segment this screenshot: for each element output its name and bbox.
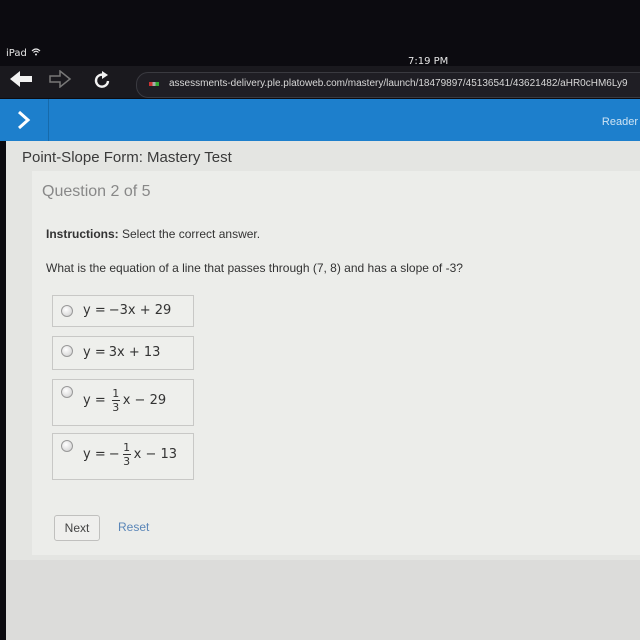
answer-option[interactable]: y = − 13 x − 13 bbox=[52, 433, 194, 480]
radio-button[interactable] bbox=[61, 305, 73, 317]
numerator: 1 bbox=[112, 387, 120, 400]
equation-rest: x − 13 bbox=[133, 447, 178, 462]
equation-rhs: −3x + 29 bbox=[108, 303, 172, 318]
answer-option[interactable]: y = 13 x − 29 bbox=[52, 379, 194, 426]
radio-button[interactable] bbox=[61, 386, 73, 398]
forward-arrow-icon[interactable] bbox=[48, 69, 72, 91]
wifi-icon bbox=[31, 48, 41, 59]
equation-lhs: y = bbox=[83, 447, 106, 462]
radio-button[interactable] bbox=[61, 440, 73, 452]
test-page: Point-Slope Form: Mastery Test Question … bbox=[6, 141, 640, 640]
app-header: Reader bbox=[0, 99, 640, 141]
question-card: Question 2 of 5 Instructions: Select the… bbox=[32, 171, 640, 555]
ios-status-bar: iPad 7:19 PM bbox=[0, 44, 640, 67]
numerator: 1 bbox=[123, 441, 131, 454]
question-text: What is the equation of a line that pass… bbox=[46, 261, 463, 275]
equation-lhs: y = bbox=[83, 345, 106, 360]
reset-link[interactable]: Reset bbox=[118, 520, 149, 534]
url-text: assessments-delivery.ple.platoweb.com/ma… bbox=[169, 78, 628, 89]
address-bar[interactable]: assessments-delivery.ple.platoweb.com/ma… bbox=[136, 72, 640, 98]
next-button[interactable]: Next bbox=[54, 515, 100, 541]
equation-rest: x − 29 bbox=[122, 393, 167, 408]
device-label-group: iPad bbox=[6, 48, 41, 59]
device-name: iPad bbox=[6, 48, 27, 59]
fraction: 13 bbox=[122, 441, 131, 468]
fraction: 13 bbox=[111, 387, 120, 414]
page-title: Point-Slope Form: Mastery Test bbox=[22, 149, 232, 166]
equation-sign: − bbox=[108, 447, 120, 462]
equation-lhs: y = bbox=[83, 303, 106, 318]
denominator: 3 bbox=[112, 401, 120, 414]
answer-option[interactable]: y = −3x + 29 bbox=[52, 295, 194, 327]
answer-option[interactable]: y = 3x + 13 bbox=[52, 336, 194, 370]
instructions-label: Instructions: bbox=[46, 227, 119, 241]
instructions: Instructions: Select the correct answer. bbox=[46, 227, 260, 241]
chevron-right-icon[interactable] bbox=[0, 99, 49, 141]
option-equation: y = −3x + 29 bbox=[83, 303, 171, 318]
option-equation: y = − 13 x − 13 bbox=[83, 442, 177, 467]
instructions-text: Select the correct answer. bbox=[118, 227, 261, 241]
equation-lhs: y = bbox=[83, 393, 106, 408]
equation-rhs: 3x + 13 bbox=[108, 345, 161, 360]
question-number: Question 2 of 5 bbox=[42, 183, 151, 200]
option-equation: y = 13 x − 29 bbox=[83, 388, 166, 413]
denominator: 3 bbox=[123, 455, 131, 468]
page-footer bbox=[6, 560, 640, 640]
browser-toolbar: assessments-delivery.ple.platoweb.com/ma… bbox=[0, 66, 640, 98]
radio-button[interactable] bbox=[61, 345, 73, 357]
reload-icon[interactable] bbox=[94, 70, 112, 95]
option-equation: y = 3x + 13 bbox=[83, 345, 160, 360]
site-favicon-icon bbox=[149, 82, 159, 86]
back-arrow-icon[interactable] bbox=[10, 70, 34, 91]
reader-button[interactable]: Reader bbox=[602, 116, 638, 128]
